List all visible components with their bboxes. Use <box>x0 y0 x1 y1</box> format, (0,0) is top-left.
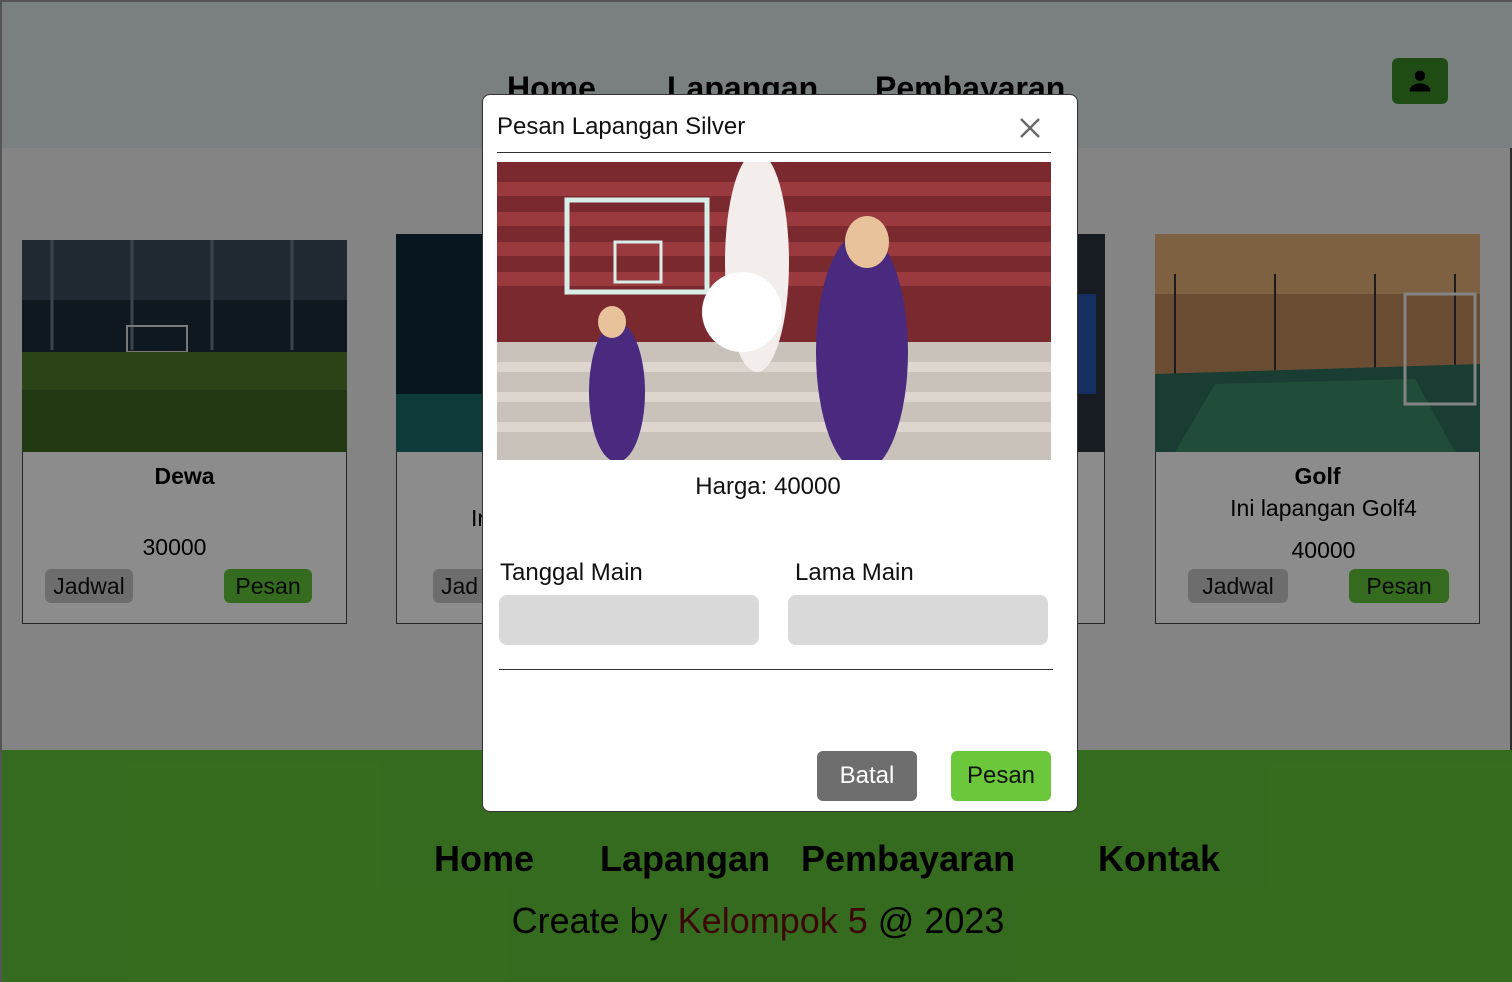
modal-price: Harga: 40000 <box>695 473 841 500</box>
lama-main-input[interactable] <box>788 595 1048 645</box>
submit-order-button[interactable]: Pesan <box>951 751 1051 801</box>
cancel-button[interactable]: Batal <box>817 751 917 801</box>
divider <box>499 669 1053 670</box>
booking-modal: Pesan Lapangan Silver Harga: 40000 Tangg… <box>482 94 1078 812</box>
close-button[interactable] <box>1015 113 1045 143</box>
divider <box>497 152 1051 153</box>
tanggal-main-input[interactable] <box>499 595 759 645</box>
close-icon <box>1020 118 1040 138</box>
modal-title: Pesan Lapangan Silver <box>497 113 746 140</box>
field-photo-basketball <box>497 162 1051 460</box>
lama-main-label: Lama Main <box>795 559 914 586</box>
tanggal-main-label: Tanggal Main <box>500 559 643 586</box>
